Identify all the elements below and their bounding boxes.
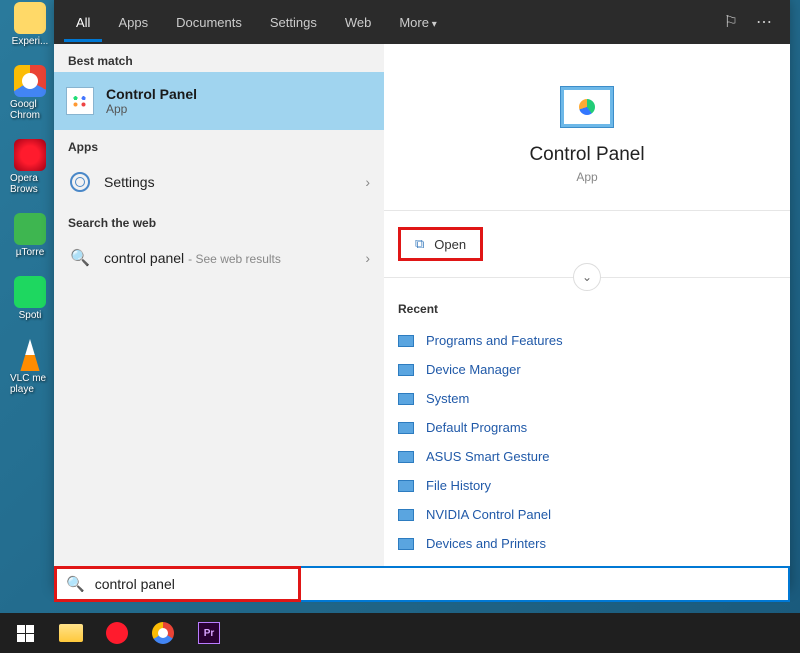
cpl-icon: [398, 335, 414, 347]
best-match-title: Control Panel: [106, 86, 197, 102]
chrome-icon: [14, 65, 46, 97]
best-match-heading: Best match: [54, 44, 384, 72]
desktop-icon-label: Experi...: [12, 36, 49, 47]
expand-chevron-button[interactable]: ⌄: [573, 263, 601, 291]
recent-item[interactable]: Default Programs: [398, 413, 776, 442]
chrome-icon: [152, 622, 174, 644]
recent-item[interactable]: File History: [398, 471, 776, 500]
recent-item-label: Devices and Printers: [426, 536, 546, 551]
desktop-icon-chrome[interactable]: Googl Chrom: [10, 65, 50, 121]
apps-item-settings[interactable]: Settings ›: [54, 158, 384, 206]
start-button[interactable]: [6, 617, 44, 649]
search-web-heading: Search the web: [54, 206, 384, 234]
search-results-panel: All Apps Documents Settings Web More ⚐ ⋯…: [54, 0, 790, 590]
taskbar-file-explorer[interactable]: [52, 617, 90, 649]
recent-item-label: Programs and Features: [426, 333, 563, 348]
detail-sub: App: [576, 170, 597, 184]
desktop-icon-label: Opera Brows: [10, 173, 50, 195]
desktop-icon-folder[interactable]: Experi...: [10, 2, 50, 47]
taskbar-chrome[interactable]: [144, 617, 182, 649]
recent-item-label: Default Programs: [426, 420, 527, 435]
recent-item-label: Device Manager: [426, 362, 521, 377]
recent-item[interactable]: Devices and Printers: [398, 529, 776, 558]
gear-icon: [70, 172, 90, 192]
more-options-icon[interactable]: ⋯: [756, 12, 772, 32]
tab-web[interactable]: Web: [333, 3, 384, 42]
recent-item-label: ASUS Smart Gesture: [426, 449, 550, 464]
search-icon: 🔍: [66, 575, 85, 593]
control-panel-icon: [66, 87, 94, 115]
folder-icon: [14, 2, 46, 34]
tab-more[interactable]: More: [387, 3, 448, 42]
taskbar-premiere[interactable]: Pr: [190, 617, 228, 649]
cpl-icon: [398, 364, 414, 376]
apps-heading: Apps: [54, 130, 384, 158]
results-left-column: Best match Control Panel App Apps Settin…: [54, 44, 384, 590]
recent-item[interactable]: Programs and Features: [398, 326, 776, 355]
control-panel-large-icon: [560, 86, 614, 128]
recent-item-label: File History: [426, 478, 491, 493]
open-button[interactable]: ⧉ Open: [398, 227, 483, 261]
cpl-icon: [398, 393, 414, 405]
tab-apps[interactable]: Apps: [106, 3, 160, 42]
recent-item[interactable]: System: [398, 384, 776, 413]
search-icon: 🔍: [68, 246, 92, 270]
recent-item-label: System: [426, 391, 469, 406]
premiere-icon: Pr: [198, 622, 220, 644]
cpl-icon: [398, 538, 414, 550]
tab-documents[interactable]: Documents: [164, 3, 254, 42]
cpl-icon: [398, 480, 414, 492]
feedback-icon[interactable]: ⚐: [724, 12, 738, 32]
detail-pane: Control Panel App ⧉ Open ⌄ Recent Progra…: [384, 44, 790, 590]
web-result-item[interactable]: 🔍 control panel- See web results ›: [54, 234, 384, 282]
web-result-label: control panel- See web results: [104, 250, 353, 266]
taskbar-opera[interactable]: [98, 617, 136, 649]
opera-icon: [14, 139, 46, 171]
desktop-icon-opera[interactable]: Opera Brows: [10, 139, 50, 195]
search-tabs-bar: All Apps Documents Settings Web More ⚐ ⋯: [54, 0, 790, 44]
desktop-icon-utorrent[interactable]: µTorre: [10, 213, 50, 258]
detail-title: Control Panel: [529, 144, 644, 166]
desktop-icon-label: µTorre: [16, 247, 45, 258]
desktop-icon-label: Googl Chrom: [10, 99, 50, 121]
apps-item-label: Settings: [104, 174, 353, 190]
opera-icon: [106, 622, 128, 644]
cpl-icon: [398, 422, 414, 434]
folder-icon: [59, 624, 83, 642]
search-bar[interactable]: 🔍: [54, 566, 790, 602]
best-match-sub: App: [106, 102, 197, 116]
recent-item-label: NVIDIA Control Panel: [426, 507, 551, 522]
vlc-icon: [14, 339, 46, 371]
desktop-icon-label: Spoti: [19, 310, 42, 321]
desktop-icon-vlc[interactable]: VLC me playe: [10, 339, 50, 395]
spotify-icon: [14, 276, 46, 308]
tab-all[interactable]: All: [64, 3, 102, 42]
taskbar: Pr: [0, 613, 800, 653]
open-button-label: Open: [434, 237, 466, 252]
open-icon: ⧉: [415, 236, 424, 252]
recent-heading: Recent: [398, 302, 776, 316]
windows-logo-icon: [17, 625, 34, 642]
recent-item[interactable]: ASUS Smart Gesture: [398, 442, 776, 471]
tab-settings[interactable]: Settings: [258, 3, 329, 42]
chevron-right-icon: ›: [365, 174, 370, 190]
search-input[interactable]: [95, 576, 289, 592]
chevron-right-icon: ›: [365, 250, 370, 266]
desktop-icon-label: VLC me playe: [10, 373, 50, 395]
desktop-icon-spotify[interactable]: Spoti: [10, 276, 50, 321]
recent-item[interactable]: Device Manager: [398, 355, 776, 384]
cpl-icon: [398, 451, 414, 463]
best-match-item[interactable]: Control Panel App: [54, 72, 384, 130]
utorrent-icon: [14, 213, 46, 245]
desktop-icon-column: Experi... Googl Chrom Opera Brows µTorre…: [10, 2, 50, 395]
recent-item[interactable]: NVIDIA Control Panel: [398, 500, 776, 529]
cpl-icon: [398, 509, 414, 521]
